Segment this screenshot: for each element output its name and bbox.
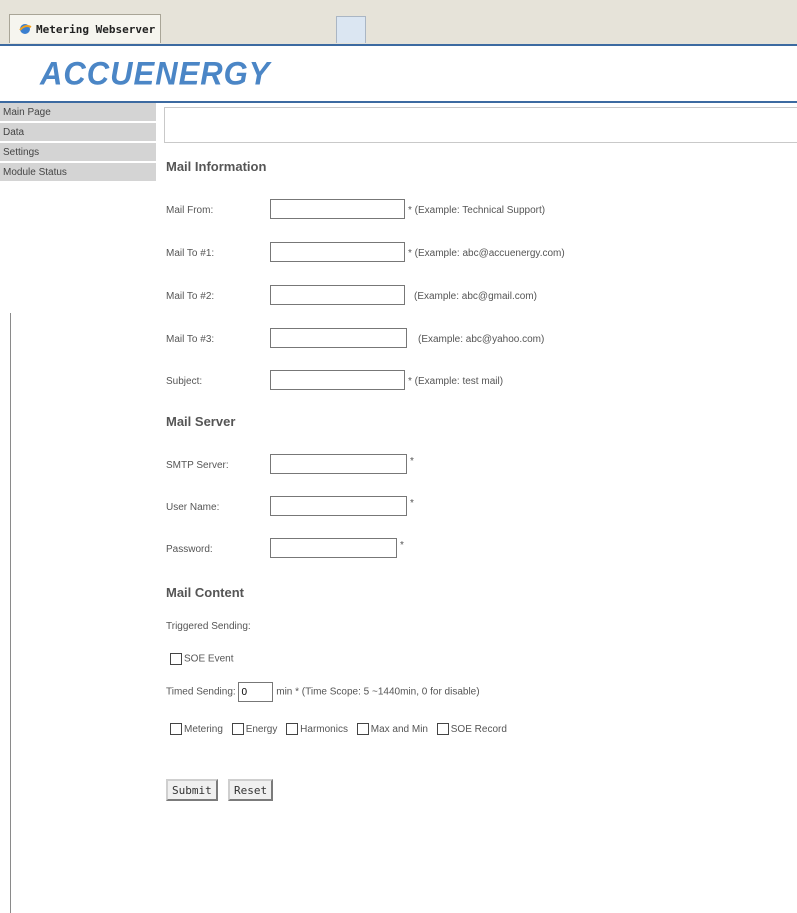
- smtp-server-label: SMTP Server:: [166, 460, 229, 471]
- mail-from-label: Mail From:: [166, 205, 214, 216]
- mail-to-2-hint: (Example: abc@gmail.com): [414, 291, 537, 302]
- timed-sending-row: Timed Sending: min * (Time Scope: 5 ~144…: [166, 682, 480, 702]
- mail-to-2-label: Mail To #2:: [166, 291, 215, 302]
- soe-event-option: SOE Event: [170, 653, 233, 665]
- page-header: ACCUENERGY: [0, 46, 797, 102]
- timed-sending-hint: min * (Time Scope: 5 ~1440min, 0 for dis…: [276, 686, 480, 698]
- sidebar-border: [10, 313, 11, 913]
- timed-sending-label: Timed Sending:: [166, 686, 236, 698]
- mail-to-1-label: Mail To #1:: [166, 248, 215, 259]
- mail-to-1-hint: * (Example: abc@accuenergy.com): [408, 248, 565, 259]
- max-and-min-label: Max and Min: [370, 723, 428, 735]
- sidebar-item-settings[interactable]: Settings: [0, 143, 156, 163]
- mail-to-2-input[interactable]: [270, 285, 405, 305]
- energy-label: Energy: [245, 723, 278, 735]
- sidebar-item-main-page[interactable]: Main Page: [0, 103, 156, 123]
- browser-tab-bar: Metering Webserver: [0, 0, 797, 46]
- user-name-label: User Name:: [166, 502, 220, 513]
- sidebar: Main Page Data Settings Module Status: [0, 103, 160, 913]
- option-soe-record: SOE Record: [436, 723, 507, 735]
- option-max-and-min: Max and Min: [356, 723, 428, 735]
- timed-options-row: Metering Energy Harmonics Max and Min SO…: [170, 723, 513, 735]
- option-energy: Energy: [231, 723, 278, 735]
- mail-content-heading: Mail Content: [166, 585, 244, 600]
- soe-record-label: SOE Record: [450, 723, 507, 735]
- mail-to-1-input[interactable]: [270, 242, 405, 262]
- sidebar-item-data[interactable]: Data: [0, 123, 156, 143]
- metering-label: Metering: [184, 723, 223, 735]
- timed-sending-input[interactable]: [238, 682, 274, 702]
- energy-checkbox[interactable]: [231, 723, 244, 735]
- option-metering: Metering: [170, 723, 223, 735]
- harmonics-label: Harmonics: [300, 723, 348, 735]
- metering-checkbox[interactable]: [170, 723, 182, 735]
- browser-logo-icon: [19, 24, 32, 34]
- sidebar-item-module-status[interactable]: Module Status: [0, 163, 156, 183]
- subject-hint: * (Example: test mail): [408, 376, 504, 387]
- main-content: Mail Information Mail From: * (Example: …: [160, 103, 797, 813]
- soe-event-checkbox[interactable]: [170, 653, 182, 665]
- mail-from-hint: * (Example: Technical Support): [408, 205, 546, 216]
- mail-to-3-label: Mail To #3:: [166, 334, 215, 345]
- password-input[interactable]: [270, 538, 397, 558]
- harmonics-checkbox[interactable]: [286, 723, 299, 735]
- mail-from-input[interactable]: [270, 199, 405, 219]
- triggered-sending-label: Triggered Sending:: [166, 621, 251, 632]
- password-required: *: [400, 540, 404, 551]
- password-label: Password:: [166, 544, 213, 555]
- option-harmonics: Harmonics: [286, 723, 348, 735]
- soe-record-checkbox[interactable]: [436, 723, 449, 735]
- max-and-min-checkbox[interactable]: [356, 723, 369, 735]
- subject-input[interactable]: [270, 370, 405, 390]
- accuenergy-logo: ACCUENERGY: [40, 55, 271, 92]
- new-tab-button[interactable]: [336, 16, 366, 43]
- mail-server-heading: Mail Server: [166, 414, 236, 429]
- mail-information-heading: Mail Information: [166, 159, 267, 174]
- reset-button[interactable]: Reset: [228, 779, 274, 801]
- mail-to-3-hint: (Example: abc@yahoo.com): [418, 334, 545, 345]
- browser-tab-title: Metering Webserver: [36, 22, 156, 36]
- smtp-server-input[interactable]: [270, 454, 407, 474]
- submit-button[interactable]: Submit: [166, 779, 218, 801]
- soe-event-label: SOE Event: [184, 653, 234, 665]
- user-name-required: *: [410, 498, 414, 509]
- subject-label: Subject:: [166, 376, 203, 387]
- content-top-bar: [164, 107, 797, 143]
- smtp-server-required: *: [410, 456, 414, 467]
- mail-to-3-input[interactable]: [270, 328, 407, 348]
- browser-tab[interactable]: Metering Webserver: [9, 14, 161, 43]
- user-name-input[interactable]: [270, 496, 407, 516]
